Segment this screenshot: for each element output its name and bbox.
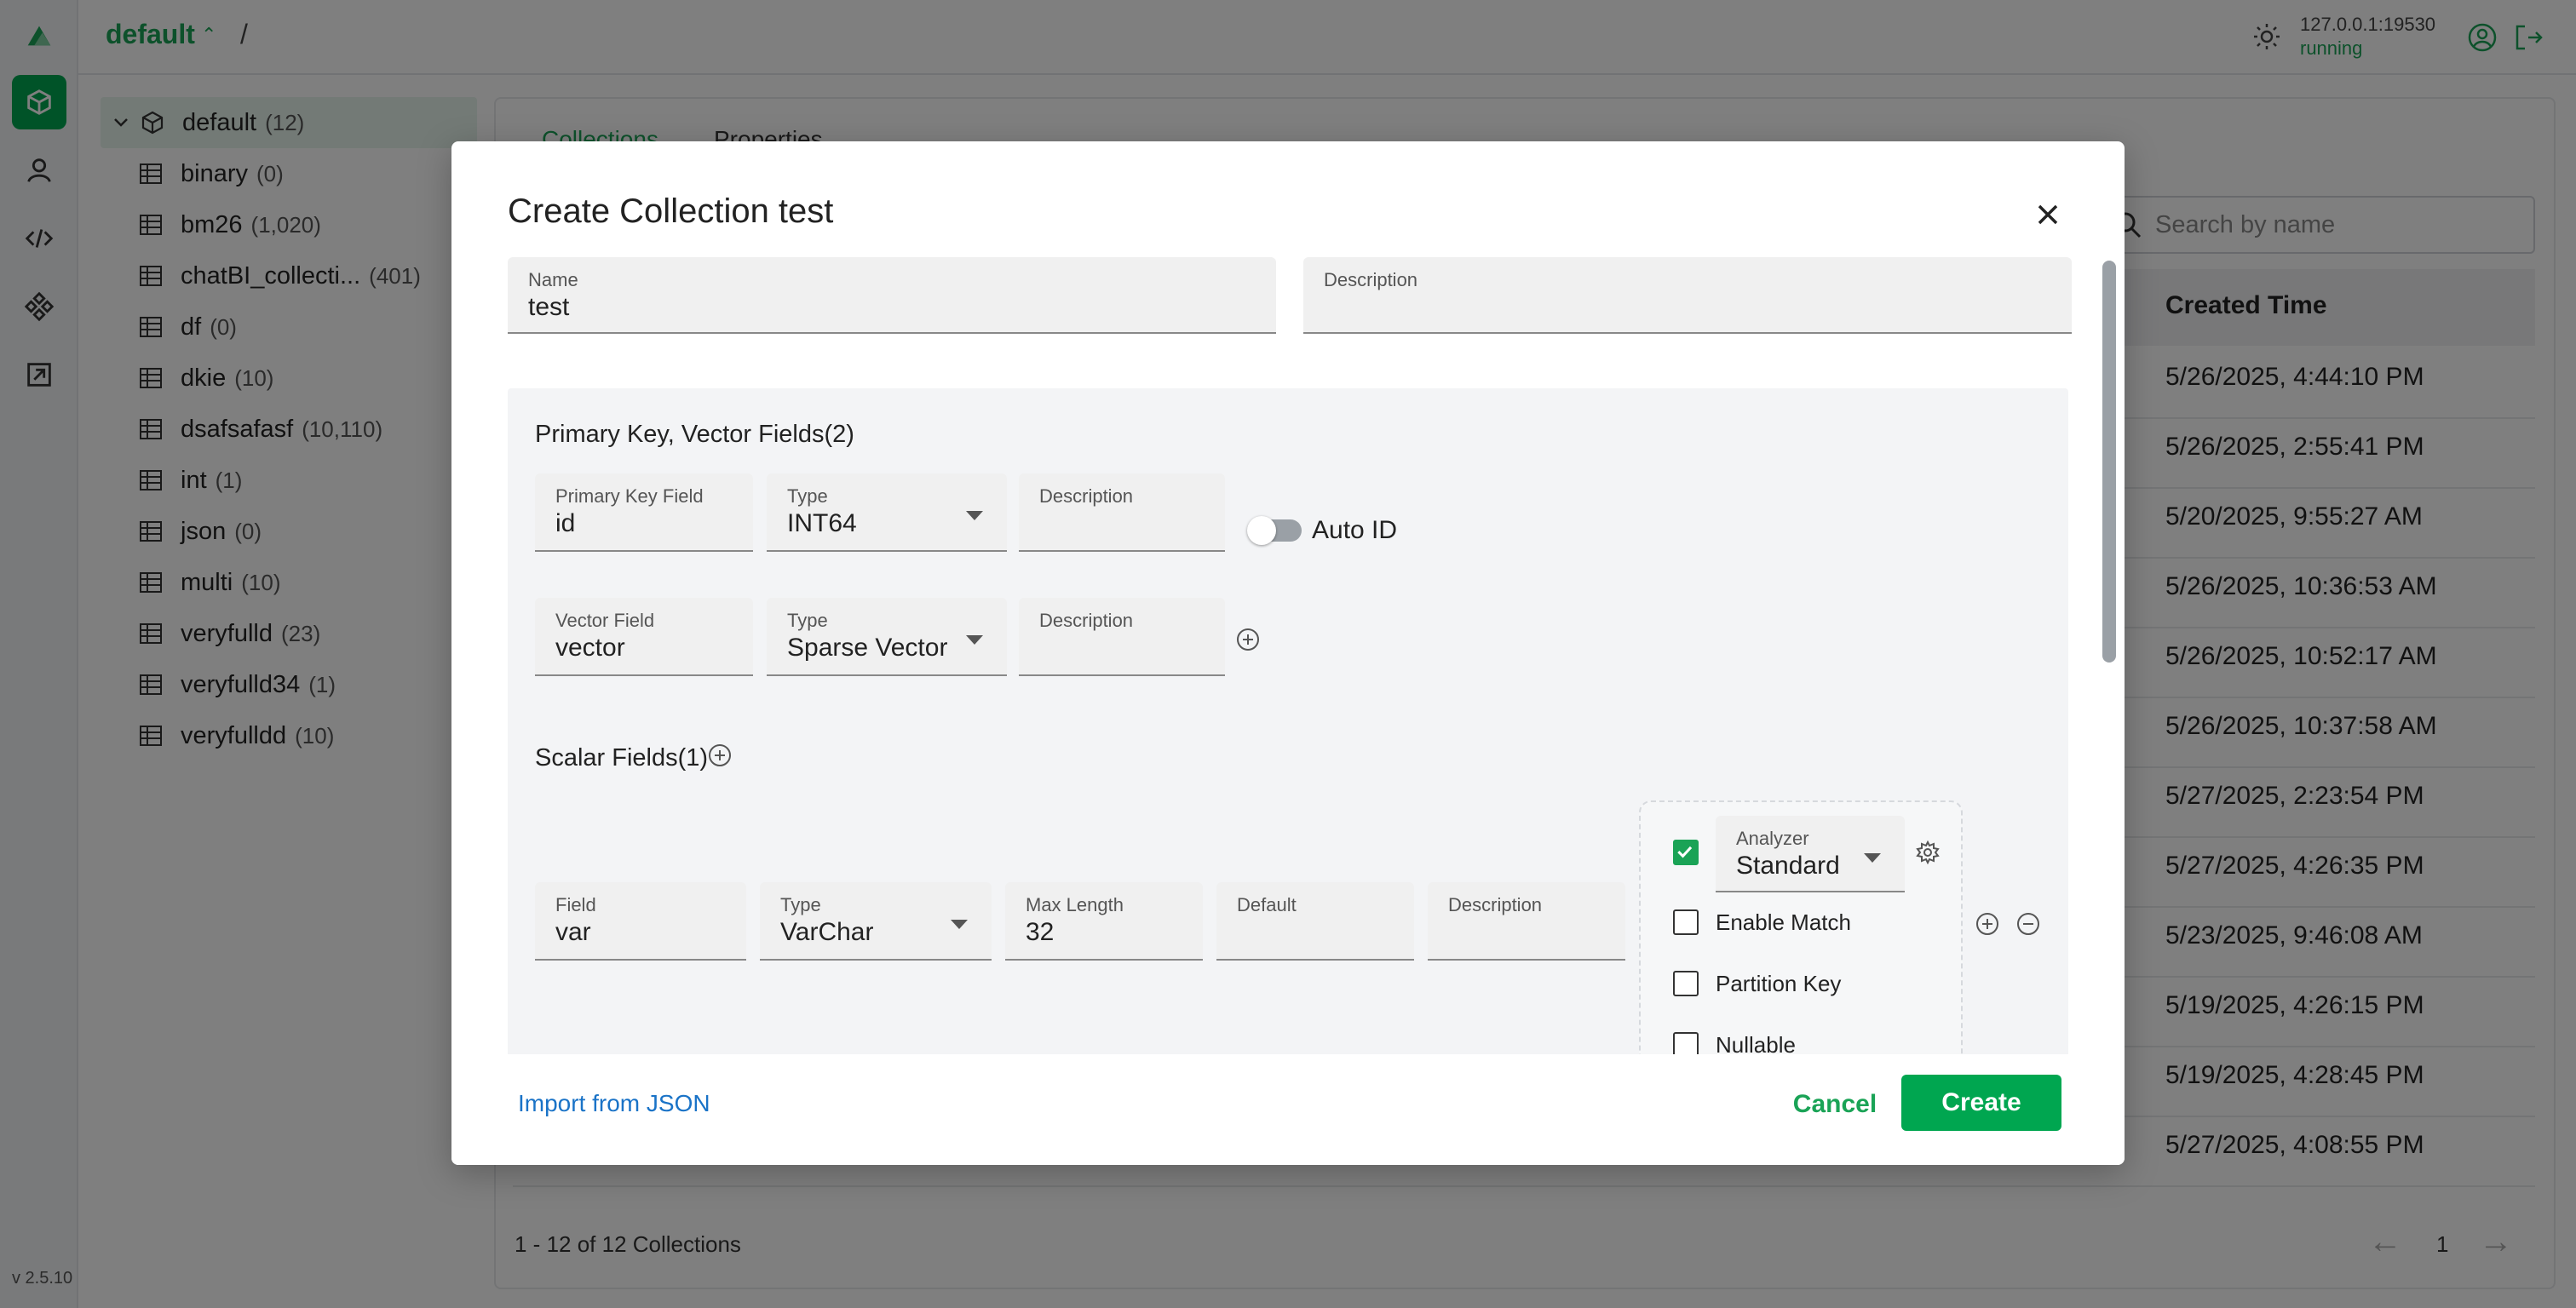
- vector-value: vector: [555, 634, 625, 662]
- dialog-title: Create Collection test: [508, 192, 834, 230]
- checkmark-icon: [1677, 846, 1693, 858]
- analyzer-select[interactable]: Analyzer Standard: [1716, 816, 1905, 892]
- field-value: var: [555, 918, 591, 946]
- import-from-json-link[interactable]: Import from JSON: [518, 1090, 710, 1117]
- analyzer-label: Analyzer: [1736, 828, 1809, 849]
- name-label: Name: [528, 269, 578, 290]
- description-label: Description: [1448, 894, 1543, 915]
- scalar-field-name[interactable]: Field var: [535, 882, 746, 961]
- name-value: test: [528, 293, 570, 321]
- pk-description-field[interactable]: Description: [1019, 473, 1225, 552]
- type-label: Type: [780, 894, 821, 915]
- analyzer-value: Standard: [1736, 852, 1840, 880]
- auto-id-toggle-knob[interactable]: [1247, 516, 1276, 545]
- type-label: Type: [787, 485, 828, 507]
- remove-row-minus-icon[interactable]: [2015, 911, 2041, 937]
- description-label: Description: [1039, 485, 1134, 507]
- dropdown-arrow-icon: [966, 511, 983, 520]
- default-value-field[interactable]: Default: [1216, 882, 1414, 961]
- cancel-button[interactable]: Cancel: [1782, 1076, 1888, 1133]
- vector-type-value: Sparse Vector: [787, 634, 948, 662]
- max-length-label: Max Length: [1026, 894, 1124, 915]
- default-label: Default: [1237, 894, 1297, 915]
- auto-id-label: Auto ID: [1312, 516, 1398, 544]
- dropdown-arrow-icon: [951, 920, 968, 929]
- vector-label: Vector Field: [555, 610, 655, 631]
- scalar-type-value: VarChar: [780, 918, 874, 946]
- pk-vector-section-title: Primary Key, Vector Fields(2): [535, 421, 854, 448]
- field-label: Field: [555, 894, 596, 915]
- create-collection-dialog: Create Collection test Name test Descrip…: [451, 141, 2125, 1165]
- close-icon[interactable]: [2031, 198, 2065, 232]
- analyzer-settings-gear-icon[interactable]: [1915, 840, 1941, 865]
- pk-type-value: INT64: [787, 509, 857, 537]
- collection-description-field[interactable]: Description: [1303, 257, 2072, 334]
- collection-name-field[interactable]: Name test: [508, 257, 1276, 334]
- add-row-plus-icon[interactable]: [1975, 911, 2000, 937]
- scalar-description-field[interactable]: Description: [1428, 882, 1625, 961]
- pk-type-select[interactable]: Type INT64: [767, 473, 1007, 552]
- partition-key-label: Partition Key: [1716, 971, 1842, 996]
- analyzer-checkbox[interactable]: [1673, 840, 1699, 865]
- primary-key-field[interactable]: Primary Key Field id: [535, 473, 753, 552]
- scalar-type-select[interactable]: Type VarChar: [760, 882, 992, 961]
- dropdown-arrow-icon: [966, 635, 983, 645]
- enable-match-label: Enable Match: [1716, 909, 1851, 935]
- max-length-value: 32: [1026, 918, 1055, 946]
- pk-value: id: [555, 509, 576, 537]
- description-label: Description: [1039, 610, 1134, 631]
- create-button[interactable]: Create: [1901, 1075, 2061, 1131]
- dropdown-arrow-icon: [1864, 853, 1881, 863]
- add-scalar-field-icon[interactable]: [707, 743, 733, 768]
- description-label: Description: [1324, 269, 1418, 290]
- max-length-field[interactable]: Max Length 32: [1005, 882, 1203, 961]
- scalar-section-title: Scalar Fields(1): [535, 744, 709, 772]
- vector-type-select[interactable]: Type Sparse Vector: [767, 598, 1007, 676]
- vector-field[interactable]: Vector Field vector: [535, 598, 753, 676]
- pk-label: Primary Key Field: [555, 485, 704, 507]
- enable-match-checkbox[interactable]: [1673, 909, 1699, 935]
- add-vector-field-icon[interactable]: [1235, 627, 1261, 652]
- partition-key-checkbox[interactable]: [1673, 971, 1699, 996]
- dialog-scrollbar[interactable]: [2102, 261, 2116, 663]
- vector-description-field[interactable]: Description: [1019, 598, 1225, 676]
- type-label: Type: [787, 610, 828, 631]
